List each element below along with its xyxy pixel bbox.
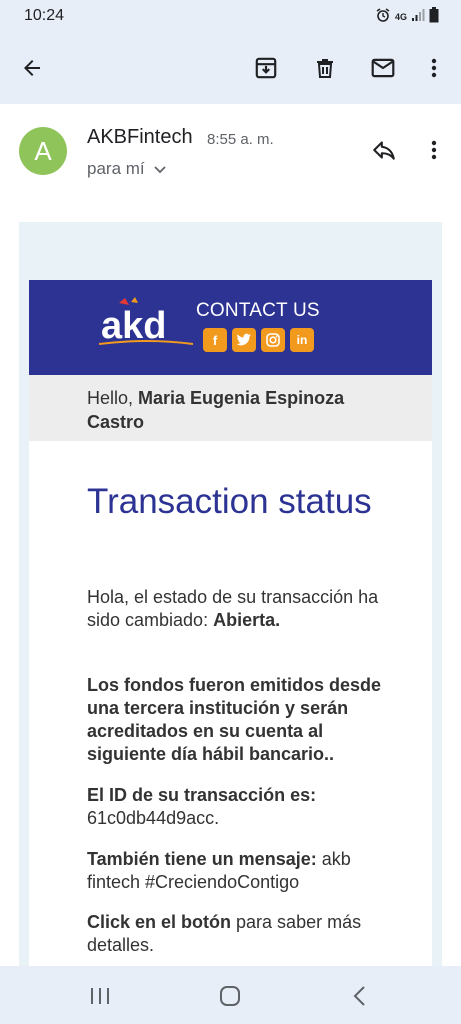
status-icons: 4G (375, 7, 439, 26)
delete-button[interactable] (305, 48, 345, 88)
message-label: También tiene un mensaje: (87, 849, 317, 869)
status-time: 10:24 (24, 7, 65, 24)
home-button[interactable] (212, 978, 248, 1014)
social-links: f in (203, 328, 314, 352)
funds-paragraph: Los fondos fueron emitidos desde una ter… (87, 675, 382, 764)
instagram-icon[interactable] (261, 328, 285, 352)
archive-button[interactable] (246, 48, 286, 88)
email-title: Transaction status (87, 482, 372, 521)
trash-icon (317, 59, 333, 78)
battery-icon (429, 7, 439, 26)
mail-icon (371, 58, 395, 78)
greeting-prefix: Hello, (87, 388, 139, 408)
linkedin-icon[interactable]: in (290, 328, 314, 352)
home-icon (220, 986, 240, 1006)
akd-logo[interactable]: akd (97, 296, 197, 352)
email-body: Transaction status Hola, el estado de su… (29, 441, 432, 1024)
greeting-bar: Hello, Maria Eugenia Espinoza Castro (29, 375, 432, 441)
transaction-id-value: 61c0db44d9acc. (87, 808, 220, 828)
message-toolbar (0, 32, 461, 104)
twitter-icon[interactable] (232, 328, 256, 352)
chevron-down-icon (154, 166, 166, 174)
back-button[interactable] (12, 48, 52, 88)
greeting: Hello, Maria Eugenia Espinoza Castro (87, 386, 387, 434)
sender-name[interactable]: AKBFintech (87, 126, 193, 149)
arrow-left-icon (24, 60, 40, 76)
chevron-left-icon (353, 986, 365, 1006)
more-vert-icon (431, 140, 437, 160)
archive-icon (255, 57, 277, 79)
network-type-label: 4G (394, 11, 407, 22)
signal-icon (411, 8, 425, 25)
click-label: Click en el botón (87, 912, 232, 932)
more-vert-icon (431, 58, 437, 78)
message-time: 8:55 a. m. (207, 131, 274, 148)
system-nav-bar (0, 966, 461, 1024)
status-paragraph: Hola, el estado de su transacción ha sid… (87, 586, 387, 632)
mark-unread-button[interactable] (363, 48, 403, 88)
status-value: Abierta. (213, 610, 281, 630)
system-back-button[interactable] (342, 978, 378, 1014)
avatar[interactable]: A (19, 127, 67, 175)
recents-icon (91, 988, 109, 1004)
status-bar: 10:24 4G (0, 0, 461, 32)
contact-us-label: CONTACT US (196, 300, 320, 321)
recents-button[interactable] (82, 978, 118, 1014)
alarm-icon (375, 7, 391, 26)
facebook-icon[interactable]: f (203, 328, 227, 352)
more-options-button[interactable] (414, 48, 454, 88)
recipient-label: para mí (87, 159, 145, 178)
transaction-id-label: El ID de su transacción es: (87, 785, 317, 805)
message-header: A AKBFintech 8:55 a. m. para mí (0, 104, 461, 204)
message-paragraph: También tiene un mensaje: akb fintech #C… (87, 848, 387, 894)
click-paragraph: Click en el botón para saber más detalle… (87, 911, 387, 957)
reply-icon (373, 141, 395, 160)
transaction-id-paragraph: El ID de su transacción es: 61c0db44d9acc… (87, 784, 387, 830)
message-more-button[interactable] (416, 132, 452, 168)
recipient-toggle[interactable]: para mí (87, 159, 167, 179)
email-banner: akd CONTACT US f in (29, 280, 432, 375)
reply-button[interactable] (366, 132, 402, 168)
email-content: akd CONTACT US f in Hello, Maria Eugenia… (19, 222, 442, 1024)
